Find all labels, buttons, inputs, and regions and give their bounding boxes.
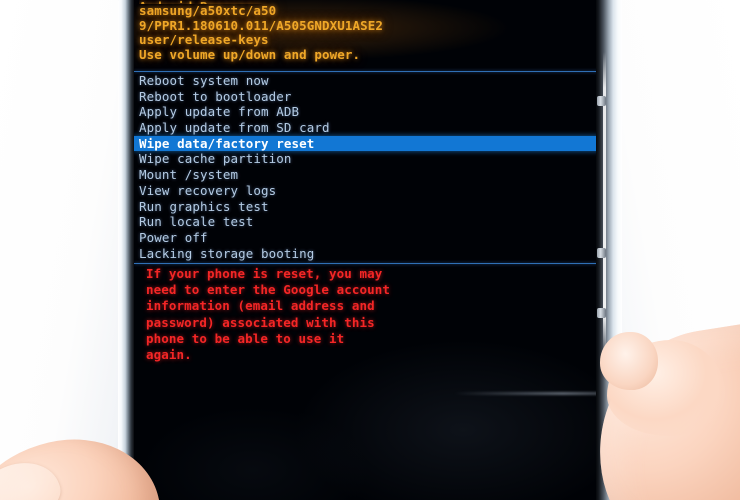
menu-item-selected[interactable]: Wipe data/factory reset [133, 135, 600, 152]
header-line-title: Android Recovery [139, 0, 594, 4]
menu-item[interactable]: Run graphics test [133, 199, 600, 215]
menu-item[interactable]: Reboot system now [133, 73, 600, 89]
menu-item[interactable]: Reboot to bootloader [133, 89, 600, 105]
recovery-menu: Reboot system now Reboot to bootloader App… [133, 73, 600, 261]
volume-down-button[interactable] [597, 308, 606, 318]
menu-item[interactable]: Power off [133, 230, 600, 246]
phone-left-edge [118, 0, 134, 500]
volume-up-button[interactable] [597, 248, 606, 258]
warning-line: If your phone is reset, you may [146, 266, 383, 281]
menu-item[interactable]: Run locale test [133, 214, 600, 230]
divider-top [134, 71, 598, 72]
right-thumb-tip [600, 332, 658, 390]
thumbnail [0, 452, 68, 500]
warning-line: need to enter the Google account [146, 282, 391, 298]
google-account-warning: If your phone is reset, you may need to e… [133, 266, 600, 363]
header-line-hint: Use volume up/down and power. [139, 46, 361, 62]
warning-line: information (email address and [146, 298, 375, 314]
menu-item[interactable]: View recovery logs [133, 183, 600, 199]
header-line-build: 9/PPR1.180610.011/A505GNDXU1ASE2 [139, 17, 384, 33]
header-line-device: samsung/a50xtc/a50 [139, 3, 277, 18]
menu-item[interactable]: Lacking storage booting [133, 246, 600, 262]
screenshot-scene: Android Recovery samsung/a50xtc/a50 9/PP… [0, 0, 740, 500]
menu-item[interactable]: Apply update from SD card [133, 120, 600, 136]
header-line-keys: user/release-keys [139, 32, 269, 48]
divider-bottom [134, 263, 598, 264]
warning-line: phone to be able to use it [146, 330, 345, 346]
recovery-screen: Android Recovery samsung/a50xtc/a50 9/PP… [133, 0, 600, 500]
menu-item[interactable]: Mount /system [133, 167, 600, 183]
menu-item[interactable]: Wipe cache partition [133, 151, 600, 167]
warning-line: password) associated with this [146, 314, 375, 330]
warning-line: again. [146, 347, 192, 363]
recovery-header: Android Recovery samsung/a50xtc/a50 9/PP… [133, 0, 600, 62]
menu-item[interactable]: Apply update from ADB [133, 104, 600, 120]
screen-glint [453, 392, 600, 395]
power-button[interactable] [597, 96, 606, 106]
